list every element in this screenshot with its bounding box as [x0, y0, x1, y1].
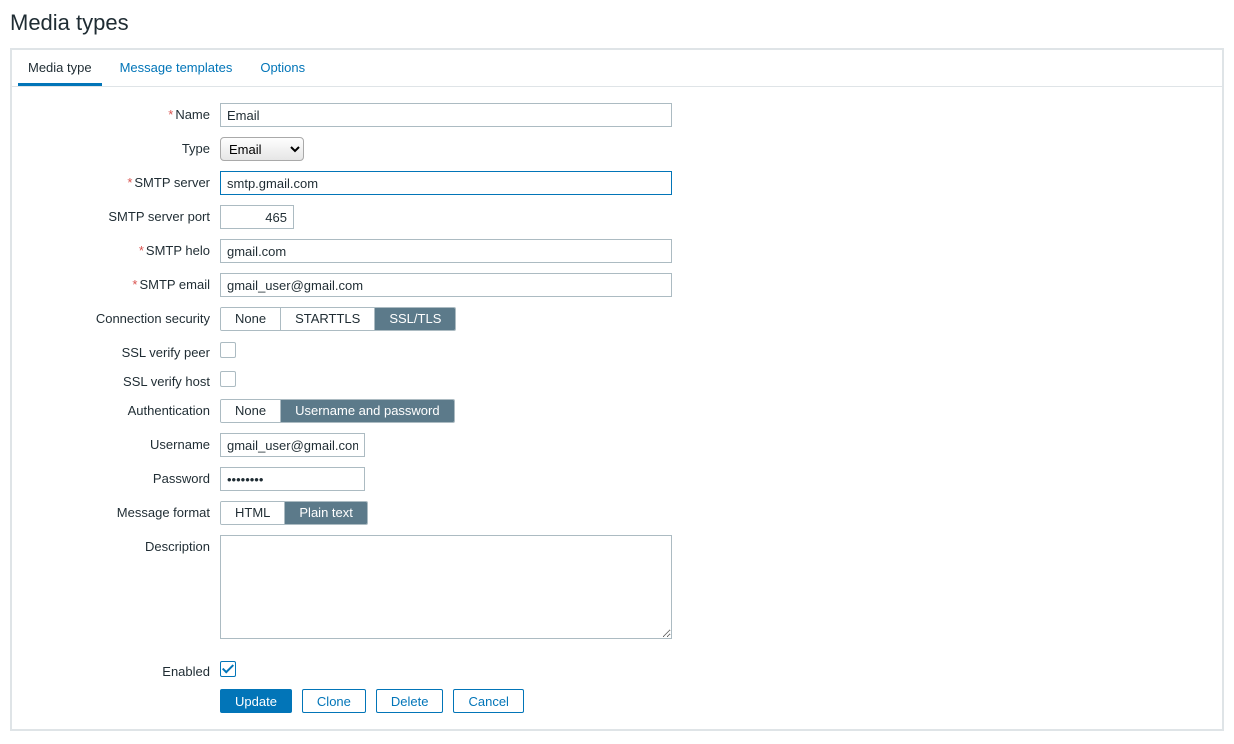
label-password: Password: [22, 467, 220, 486]
button-row: Update Clone Delete Cancel: [220, 689, 1212, 713]
smtp-port-input[interactable]: [220, 205, 294, 229]
label-ssl-verify-peer: SSL verify peer: [22, 341, 220, 360]
delete-button[interactable]: Delete: [376, 689, 444, 713]
clone-button[interactable]: Clone: [302, 689, 366, 713]
connection-security-group: None STARTTLS SSL/TLS: [220, 307, 456, 331]
tab-options[interactable]: Options: [250, 50, 315, 86]
label-message-format: Message format: [22, 501, 220, 520]
authentication-group: None Username and password: [220, 399, 455, 423]
auth-userpass[interactable]: Username and password: [281, 400, 454, 422]
tab-message-templates[interactable]: Message templates: [110, 50, 243, 86]
message-format-group: HTML Plain text: [220, 501, 368, 525]
ssl-verify-peer-checkbox[interactable]: [220, 342, 236, 358]
label-smtp-helo: *SMTP helo: [22, 239, 220, 258]
msgfmt-html[interactable]: HTML: [221, 502, 285, 524]
label-connection-security: Connection security: [22, 307, 220, 326]
media-type-form: *Name Type Email *SMTP server SMTP serve…: [12, 87, 1222, 729]
label-smtp-server: *SMTP server: [22, 171, 220, 190]
label-name: *Name: [22, 103, 220, 122]
update-button[interactable]: Update: [220, 689, 292, 713]
tab-media-type[interactable]: Media type: [18, 50, 102, 86]
type-select[interactable]: Email: [220, 137, 304, 161]
conn-sec-starttls[interactable]: STARTTLS: [281, 308, 375, 330]
msgfmt-plain[interactable]: Plain text: [285, 502, 366, 524]
smtp-helo-input[interactable]: [220, 239, 672, 263]
auth-none[interactable]: None: [221, 400, 281, 422]
description-textarea[interactable]: [220, 535, 672, 639]
conn-sec-ssltls[interactable]: SSL/TLS: [375, 308, 455, 330]
name-input[interactable]: [220, 103, 672, 127]
label-ssl-verify-host: SSL verify host: [22, 370, 220, 389]
label-description: Description: [22, 535, 220, 554]
password-input[interactable]: [220, 467, 365, 491]
media-type-panel: Media type Message templates Options *Na…: [10, 48, 1224, 731]
tabs: Media type Message templates Options: [12, 50, 1222, 87]
page-title: Media types: [10, 10, 1224, 36]
label-type: Type: [22, 137, 220, 156]
username-input[interactable]: [220, 433, 365, 457]
label-smtp-port: SMTP server port: [22, 205, 220, 224]
label-username: Username: [22, 433, 220, 452]
label-enabled: Enabled: [22, 660, 220, 679]
enabled-checkbox[interactable]: [220, 661, 236, 677]
conn-sec-none[interactable]: None: [221, 308, 281, 330]
ssl-verify-host-checkbox[interactable]: [220, 371, 236, 387]
label-authentication: Authentication: [22, 399, 220, 418]
smtp-email-input[interactable]: [220, 273, 672, 297]
smtp-server-input[interactable]: [220, 171, 672, 195]
label-smtp-email: *SMTP email: [22, 273, 220, 292]
cancel-button[interactable]: Cancel: [453, 689, 523, 713]
